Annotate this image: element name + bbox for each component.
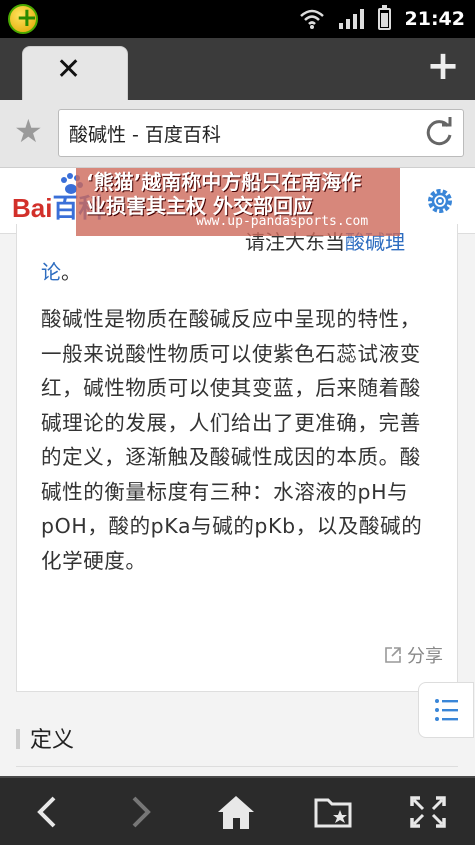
status-bar: 21:42: [0, 0, 475, 38]
section-heading-definition[interactable]: 定义: [16, 722, 74, 754]
period: 。: [61, 260, 81, 284]
address-bar: ★ 酸碱性 - 百度百科: [0, 100, 475, 168]
forward-icon[interactable]: [118, 792, 162, 832]
bottom-toolbar: [0, 776, 475, 845]
section-marker: [16, 729, 20, 749]
bookmark-star-icon[interactable]: ★: [14, 115, 43, 147]
share-label: 分享: [407, 646, 443, 667]
link-tail[interactable]: 论: [41, 260, 61, 284]
tab-strip: ✕ +: [0, 38, 475, 100]
toc-menu-button[interactable]: [418, 682, 474, 738]
battery-icon: [377, 5, 391, 30]
app-badge-icon: [8, 3, 38, 34]
link-continuation[interactable]: 论。: [41, 256, 81, 285]
reload-icon[interactable]: [423, 116, 455, 150]
tab-current[interactable]: ✕: [22, 46, 128, 100]
close-tab-icon[interactable]: ✕: [56, 55, 81, 85]
logo-text-bai: Bai: [12, 193, 53, 223]
share-button[interactable]: 分享: [383, 642, 443, 668]
ad-url: www.up-pandasports.com: [196, 214, 369, 229]
new-tab-button[interactable]: +: [423, 46, 463, 86]
signal-icon: [338, 9, 364, 29]
section-title: 定义: [30, 728, 75, 753]
back-icon[interactable]: [26, 792, 70, 832]
url-field[interactable]: 酸碱性 - 百度百科: [58, 109, 464, 157]
summary-card: 请注大东当酸碱理 论。 酸碱性是物质在酸碱反应中呈现的特性，一般来说酸性物质可以…: [16, 224, 458, 692]
status-icons: 21:42: [299, 5, 465, 32]
web-page: Bai百科 请注大东当酸碱理 论。 酸碱性是物质在酸碱反应中呈现的特性，一般来说…: [0, 168, 475, 776]
clock: 21:42: [404, 8, 465, 30]
bookmarks-folder-icon[interactable]: [312, 792, 356, 832]
share-icon: [385, 647, 401, 663]
gear-icon[interactable]: [425, 186, 455, 216]
home-icon[interactable]: [214, 792, 258, 832]
list-icon: [435, 699, 458, 721]
summary-paragraph: 酸碱性是物质在酸碱反应中呈现的特性，一般来说酸性物质可以使紫色石蕊试液变红，碱性…: [41, 307, 423, 573]
news-ad-overlay[interactable]: ‘熊猫’越南称中方船只在南海作 业损害其主权 外交部回应 www.up-pand…: [76, 168, 400, 236]
fullscreen-icon[interactable]: [406, 792, 450, 832]
divider: [16, 766, 458, 767]
url-text: 酸碱性 - 百度百科: [69, 124, 221, 146]
wifi-icon: [299, 9, 324, 29]
